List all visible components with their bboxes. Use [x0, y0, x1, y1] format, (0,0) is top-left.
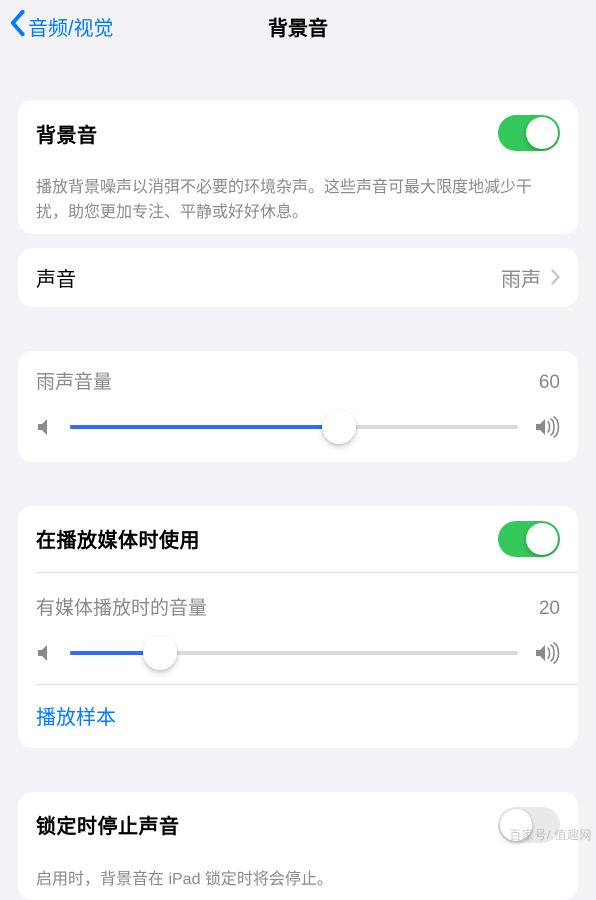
background-sound-switch[interactable] [498, 115, 560, 151]
use-with-media-switch[interactable] [498, 521, 560, 557]
row-lock-stop[interactable]: 锁定时停止声音 [18, 792, 578, 858]
play-sample-button[interactable]: 播放样本 [18, 685, 578, 748]
volume-high-icon [534, 642, 560, 664]
group-media: 在播放媒体时使用 有媒体播放时的音量 20 播放样本 [18, 506, 578, 748]
background-sound-label: 背景音 [36, 119, 98, 148]
row-background-sound-toggle[interactable]: 背景音 [18, 100, 578, 166]
chevron-left-icon [8, 9, 26, 43]
rain-volume-value: 60 [539, 372, 560, 394]
media-volume-value: 20 [539, 598, 560, 620]
media-volume-slider[interactable] [70, 651, 518, 655]
volume-high-icon [534, 416, 560, 438]
sound-label: 声音 [36, 263, 76, 292]
rain-volume-header: 雨声音量 60 [36, 367, 560, 394]
group-background-sound: 背景音 播放背景噪声以消弭不必要的环境杂声。这些声音可最大限度地减少干扰，助您更… [18, 100, 578, 234]
rain-volume-label: 雨声音量 [36, 367, 112, 394]
back-label: 音频/视觉 [28, 12, 114, 41]
background-sound-footer: 播放背景噪声以消弭不必要的环境杂声。这些声音可最大限度地减少干扰，助您更加专注、… [18, 166, 578, 234]
group-rain-volume: 雨声音量 60 [18, 351, 578, 462]
nav-bar: 音频/视觉 背景音 [0, 0, 596, 52]
back-button[interactable]: 音频/视觉 [0, 9, 114, 43]
lock-stop-footer: 启用时，背景音在 iPad 锁定时将会停止。 [18, 858, 578, 900]
watermark: 百家号/ 值趣网 [509, 826, 592, 843]
row-sound-picker[interactable]: 声音 雨声 [18, 248, 578, 307]
lock-stop-label: 锁定时停止声音 [36, 810, 180, 839]
volume-low-icon [36, 417, 54, 437]
use-with-media-label: 在播放媒体时使用 [36, 524, 200, 553]
media-volume-label: 有媒体播放时的音量 [36, 593, 207, 620]
group-lock-stop: 锁定时停止声音 启用时，背景音在 iPad 锁定时将会停止。 [18, 792, 578, 900]
chevron-right-icon [551, 269, 560, 285]
row-use-with-media[interactable]: 在播放媒体时使用 [18, 506, 578, 572]
rain-volume-slider[interactable] [70, 425, 518, 429]
group-sound-picker: 声音 雨声 [18, 248, 578, 307]
volume-low-icon [36, 643, 54, 663]
sound-value: 雨声 [501, 263, 541, 292]
media-volume-header: 有媒体播放时的音量 20 [36, 593, 560, 620]
